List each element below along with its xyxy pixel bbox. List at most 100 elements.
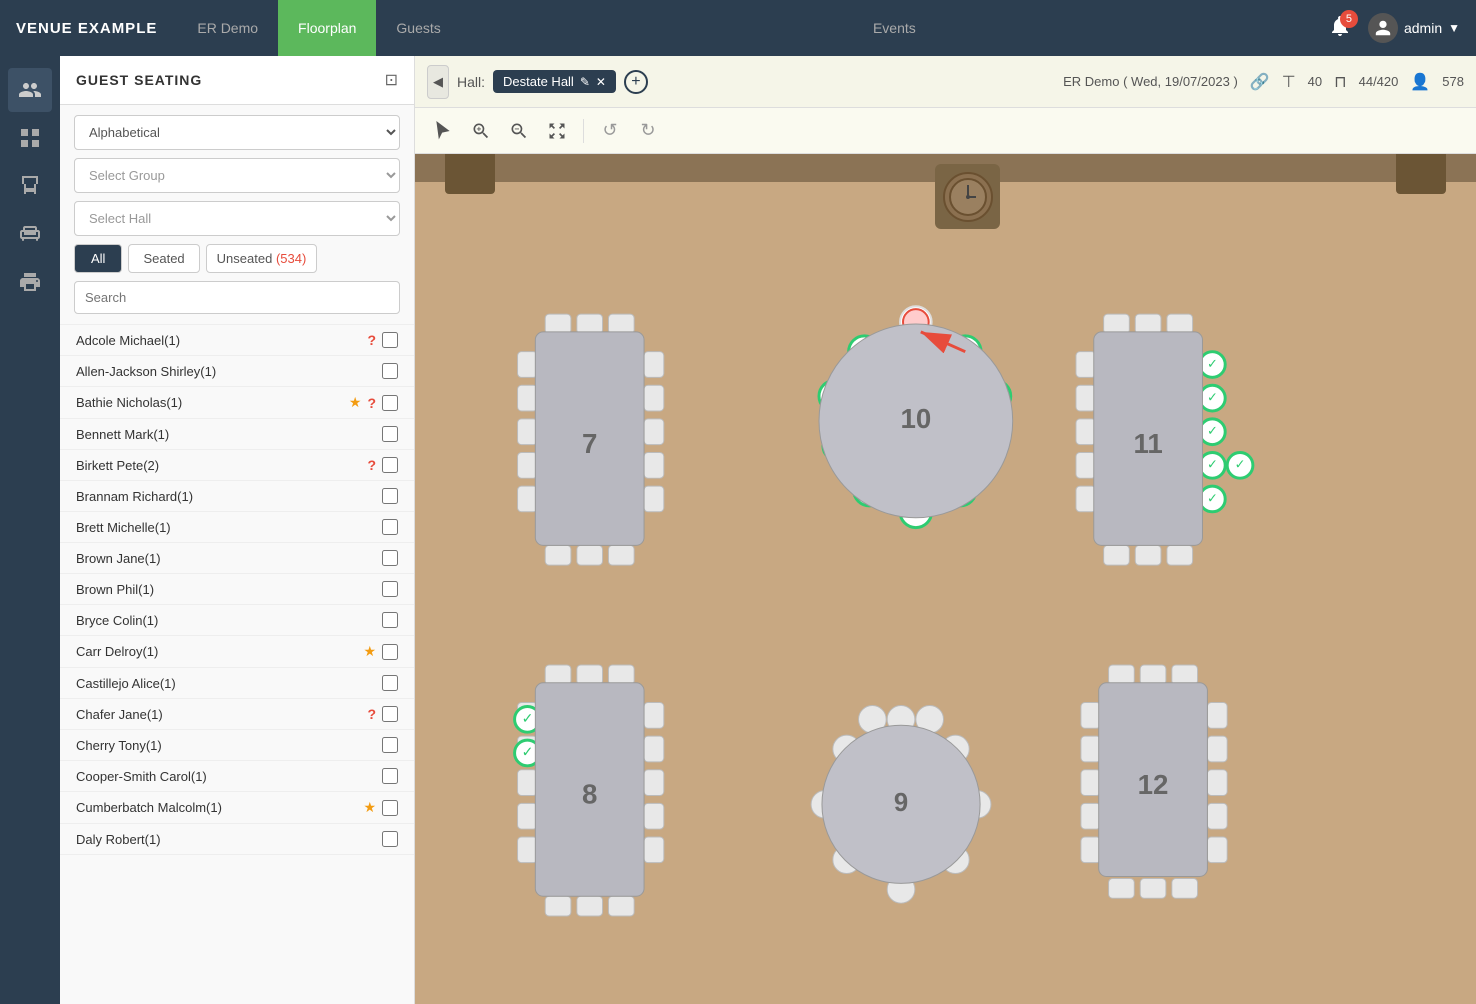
select-tool-btn[interactable] (427, 115, 459, 147)
guest-list-item[interactable]: Cherry Tony(1) (60, 730, 414, 761)
guest-list-item[interactable]: Daly Robert(1) (60, 824, 414, 855)
admin-avatar (1368, 13, 1398, 43)
guest-list-item[interactable]: Brett Michelle(1) (60, 512, 414, 543)
svg-text:✓: ✓ (1207, 490, 1218, 505)
notification-button[interactable]: 5 (1328, 14, 1352, 43)
undo-btn[interactable]: ↺ (594, 115, 626, 147)
filter-unseated-btn[interactable]: Unseated (534) (206, 244, 318, 273)
zoom-out-icon (509, 121, 529, 141)
search-input[interactable] (74, 281, 400, 314)
svg-text:✓: ✓ (522, 710, 534, 726)
zoom-out-btn[interactable] (503, 115, 535, 147)
chair-icon-btn[interactable] (8, 164, 52, 208)
svg-text:11: 11 (1133, 428, 1162, 459)
table-11[interactable]: ✓ ✓ ✓ ✓ ✓ ✓ (1076, 314, 1253, 565)
group-dropdown[interactable]: Select Group (74, 158, 400, 193)
guest-checkbox[interactable] (382, 581, 398, 597)
guest-checkbox[interactable] (382, 612, 398, 628)
guest-checkbox[interactable] (382, 457, 398, 473)
guest-checkbox[interactable] (382, 644, 398, 660)
guest-name: Castillejo Alice(1) (76, 676, 376, 691)
table-9[interactable]: 9 (811, 706, 991, 904)
svg-text:✓: ✓ (522, 744, 534, 760)
guest-panel-title: GUEST SEATING (76, 72, 202, 88)
expand-panel-button[interactable]: ⊡ (385, 70, 398, 90)
guest-list-item[interactable]: Bathie Nicholas(1)★? (60, 387, 414, 419)
svg-text:✓: ✓ (1235, 457, 1246, 472)
table-12[interactable]: 12 (1081, 665, 1227, 898)
floorplan-area: ◀ Hall: Destate Hall ✎ ✕ + ER Demo ( Wed… (415, 56, 1476, 1004)
guest-star-icon: ★ (363, 799, 376, 816)
guest-name: Brown Jane(1) (76, 551, 376, 566)
users-icon (18, 78, 42, 102)
print-icon-btn[interactable] (8, 260, 52, 304)
filter-tabs: All Seated Unseated (534) (74, 244, 400, 273)
hall-toolbar: ◀ Hall: Destate Hall ✎ ✕ + ER Demo ( Wed… (415, 56, 1476, 108)
guest-checkbox[interactable] (382, 363, 398, 379)
guest-checkbox[interactable] (382, 706, 398, 722)
guest-checkbox[interactable] (382, 550, 398, 566)
guest-checkbox[interactable] (382, 519, 398, 535)
guest-checkbox[interactable] (382, 800, 398, 816)
edit-hall-icon[interactable]: ✎ (580, 75, 590, 89)
guest-checkbox[interactable] (382, 737, 398, 753)
guest-checkbox[interactable] (382, 426, 398, 442)
guest-checkbox[interactable] (382, 675, 398, 691)
guest-list-item[interactable]: Brown Jane(1) (60, 543, 414, 574)
svg-text:✓: ✓ (1207, 457, 1218, 472)
guest-checkbox[interactable] (382, 332, 398, 348)
guest-list-item[interactable]: Brown Phil(1) (60, 574, 414, 605)
table-7[interactable]: 7 (518, 314, 664, 565)
guest-name: Carr Delroy(1) (76, 644, 357, 659)
guest-list-item[interactable]: Cooper-Smith Carol(1) (60, 761, 414, 792)
users-icon-btn[interactable] (8, 68, 52, 112)
guest-list-item[interactable]: Cumberbatch Malcolm(1)★ (60, 792, 414, 824)
guest-list-item[interactable]: Chafer Jane(1)? (60, 699, 414, 730)
guest-star-icon: ★ (363, 643, 376, 660)
collapse-panel-btn[interactable]: ◀ (427, 65, 449, 99)
zoom-in-btn[interactable] (465, 115, 497, 147)
guest-list-item[interactable]: Brannam Richard(1) (60, 481, 414, 512)
hall-tab-active[interactable]: Destate Hall ✎ ✕ (493, 70, 616, 93)
guest-list-item[interactable]: Carr Delroy(1) ★ (60, 636, 414, 668)
guest-list-item[interactable]: Bennett Mark(1) (60, 419, 414, 450)
zoom-toolbar: ↺ ↻ (415, 108, 1476, 154)
guest-list-item[interactable]: Castillejo Alice(1) (60, 668, 414, 699)
guest-list-item[interactable]: Allen-Jackson Shirley(1) (60, 356, 414, 387)
floor-canvas[interactable]: 7 ✓ (415, 154, 1476, 1004)
table-10[interactable]: ✓ ✓ ✓ ✓ ✓ ✓ ✓ ✓ ✓ (819, 306, 1013, 527)
guest-checkbox[interactable] (382, 488, 398, 504)
notification-badge: 5 (1340, 10, 1358, 28)
sort-dropdown[interactable]: AlphabeticalName (Z-A)Table Number (74, 115, 400, 150)
sofa-icon-btn[interactable] (8, 212, 52, 256)
guests-count: 578 (1442, 74, 1464, 89)
add-hall-btn[interactable]: + (624, 70, 648, 94)
table-icon-btn[interactable] (8, 116, 52, 160)
nav-tab-floorplan[interactable]: Floorplan (278, 0, 376, 56)
nav-tab-guests[interactable]: Guests (376, 0, 460, 56)
guest-checkbox[interactable] (382, 768, 398, 784)
hall-dropdown[interactable]: Select Hall (74, 201, 400, 236)
admin-menu[interactable]: admin ▼ (1368, 13, 1460, 43)
guest-list-item[interactable]: Bryce Colin(1) (60, 605, 414, 636)
nav-tab-events[interactable]: Events (853, 0, 936, 56)
guest-checkbox[interactable] (382, 831, 398, 847)
guest-list-item[interactable]: Birkett Pete(2)? (60, 450, 414, 481)
guest-filters: AlphabeticalName (Z-A)Table Number Selec… (60, 105, 414, 324)
zoom-fit-btn[interactable] (541, 115, 573, 147)
filter-all-btn[interactable]: All (74, 244, 122, 273)
svg-text:9: 9 (894, 789, 908, 817)
table-8[interactable]: ✓ ✓ 8 (515, 665, 664, 916)
filter-seated-btn[interactable]: Seated (128, 244, 199, 273)
hall-tab-name: Destate Hall (503, 74, 574, 89)
guest-list-item[interactable]: Adcole Michael(1)? (60, 325, 414, 356)
floor-svg: 7 ✓ (415, 154, 1476, 1004)
guest-checkbox[interactable] (382, 395, 398, 411)
nav-tab-er-demo[interactable]: ER Demo (177, 0, 278, 56)
guest-name: Brannam Richard(1) (76, 489, 376, 504)
close-hall-icon[interactable]: ✕ (596, 75, 606, 89)
guest-name: Bryce Colin(1) (76, 613, 376, 628)
tables-count: 40 (1308, 74, 1322, 89)
event-info: ER Demo ( Wed, 19/07/2023 ) 🔗 ⊤ 40 ⊓ 44/… (1063, 72, 1464, 92)
redo-btn[interactable]: ↻ (632, 115, 664, 147)
